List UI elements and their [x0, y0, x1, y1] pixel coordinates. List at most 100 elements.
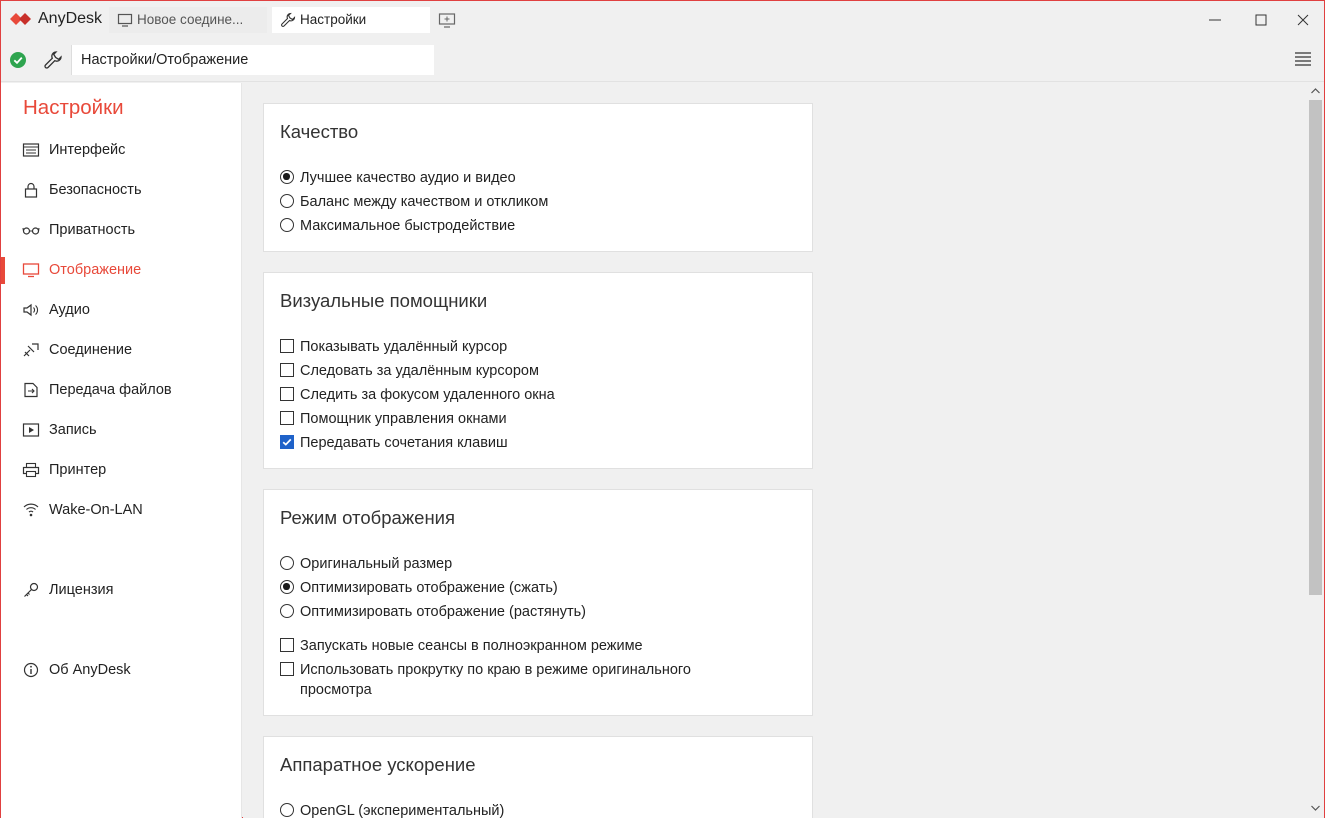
option-label: Оригинальный размер — [300, 556, 453, 572]
monitor-icon — [117, 13, 133, 27]
display-mode-section: Режим отображения Оригинальный размер Оп… — [263, 489, 813, 716]
tab-label: Настройки — [300, 12, 367, 27]
settings-sidebar: Настройки Интерфейс Безопасность Приватн… — [1, 83, 242, 818]
sidebar-item-interface[interactable]: Интерфейс — [1, 133, 241, 167]
sidebar-item-license[interactable]: Лицензия — [1, 573, 241, 607]
radio-button[interactable] — [280, 194, 294, 208]
checkmark-icon — [282, 438, 292, 446]
tab-label: Новое соедине... — [137, 12, 244, 27]
interface-icon — [22, 143, 40, 157]
sidebar-item-audio[interactable]: Аудио — [1, 293, 241, 327]
option-label: Лучшее качество аудио и видео — [300, 170, 516, 186]
wrench-icon[interactable] — [43, 50, 63, 70]
sidebar-item-label: Интерфейс — [49, 142, 126, 158]
maximize-icon — [1255, 14, 1267, 26]
key-icon — [24, 582, 39, 597]
section-title: Визуальные помощники — [280, 290, 488, 311]
sidebar-item-security[interactable]: Безопасность — [1, 173, 241, 207]
radio-button[interactable] — [280, 556, 294, 570]
option-label: Оптимизировать отображение (растянуть) — [300, 604, 586, 620]
sidebar-item-connection[interactable]: Соединение — [1, 333, 241, 367]
maximize-button[interactable] — [1238, 1, 1284, 38]
minimize-button[interactable] — [1192, 1, 1238, 38]
sidebar-item-label: Лицензия — [49, 582, 114, 598]
quality-section: Качество Лучшее качество аудио и видео Б… — [263, 103, 813, 252]
sidebar-item-label: Соединение — [49, 342, 133, 358]
option-label: Следовать за удалённым курсором — [300, 363, 539, 379]
status-ok-icon — [10, 52, 26, 68]
wrench-icon — [281, 12, 296, 27]
close-button[interactable] — [1280, 1, 1325, 38]
sidebar-item-label: Аудио — [49, 302, 90, 318]
option-label: Использовать прокрутку по краю в режиме … — [300, 662, 691, 678]
radio-button[interactable] — [280, 218, 294, 232]
checkbox[interactable] — [280, 387, 294, 401]
radio-button[interactable] — [280, 604, 294, 618]
close-icon — [1297, 14, 1309, 26]
tab-settings[interactable]: Настройки — [272, 7, 430, 33]
printer-icon — [22, 462, 40, 478]
sidebar-item-printer[interactable]: Принтер — [1, 453, 241, 487]
sidebar-item-display[interactable]: Отображение — [1, 253, 241, 287]
option-label: Следить за фокусом удаленного окна — [300, 387, 555, 403]
new-tab-icon[interactable] — [438, 11, 456, 29]
scrollbar-thumb[interactable] — [1309, 100, 1322, 595]
option-label: OpenGL (экспериментальный) — [300, 803, 505, 818]
sidebar-item-label: Приватность — [49, 222, 136, 238]
option-label: Передавать сочетания клавиш — [300, 435, 508, 451]
option-label: Баланс между качеством и откликом — [300, 194, 549, 210]
title-bar: AnyDesk Новое соедине... Настройки — [1, 1, 1324, 38]
sidebar-item-label: Об AnyDesk — [49, 662, 131, 678]
address-field[interactable]: Настройки/Отображение — [71, 45, 434, 75]
checkbox[interactable] — [280, 638, 294, 652]
minimize-icon — [1209, 19, 1221, 21]
radio-button[interactable] — [280, 170, 294, 184]
vertical-scrollbar[interactable] — [1307, 83, 1324, 818]
address-bar: Настройки/Отображение — [1, 38, 1324, 82]
checkbox[interactable] — [280, 339, 294, 353]
scroll-up-icon[interactable] — [1309, 85, 1322, 97]
app-window: AnyDesk Новое соедине... Настройки Настр… — [0, 0, 1325, 818]
checkbox[interactable] — [280, 662, 294, 676]
option-label: Помощник управления окнами — [300, 411, 507, 427]
visual-helpers-section: Визуальные помощники Показывать удалённы… — [263, 272, 813, 469]
option-label: Оптимизировать отображение (сжать) — [300, 580, 558, 596]
sidebar-item-recording[interactable]: Запись — [1, 413, 241, 447]
sidebar-title: Настройки — [23, 96, 124, 119]
option-label-line2: просмотра — [300, 682, 372, 698]
wifi-icon — [23, 503, 39, 517]
checkbox[interactable] — [280, 363, 294, 377]
sidebar-item-privacy[interactable]: Приватность — [1, 213, 241, 247]
hardware-acceleration-section: Аппаратное ускорение OpenGL (эксперимент… — [263, 736, 813, 818]
speaker-icon — [23, 303, 38, 317]
hamburger-menu-icon[interactable] — [1293, 50, 1313, 68]
checkbox[interactable] — [280, 435, 294, 449]
sidebar-item-file-transfer[interactable]: Передача файлов — [1, 373, 241, 407]
settings-content: Качество Лучшее качество аудио и видео Б… — [243, 83, 1307, 818]
lock-icon — [24, 182, 38, 198]
file-transfer-icon — [24, 382, 38, 398]
anydesk-logo-icon — [10, 13, 31, 25]
sidebar-item-label: Безопасность — [49, 182, 142, 198]
info-icon — [23, 662, 39, 678]
section-title: Качество — [280, 121, 359, 142]
connection-icon — [23, 343, 39, 357]
section-title: Аппаратное ускорение — [280, 754, 476, 775]
tab-new-connection[interactable]: Новое соедине... — [109, 7, 267, 33]
recording-icon — [22, 423, 40, 437]
sidebar-item-label: Передача файлов — [49, 382, 172, 398]
display-icon — [22, 263, 40, 278]
option-label: Запускать новые сеансы в полноэкранном р… — [300, 638, 643, 654]
sidebar-item-wake-on-lan[interactable]: Wake-On-LAN — [1, 493, 241, 527]
scroll-down-icon[interactable] — [1309, 802, 1322, 814]
sidebar-item-label: Запись — [49, 422, 97, 438]
checkbox[interactable] — [280, 411, 294, 425]
sidebar-item-label: Wake-On-LAN — [49, 502, 143, 518]
option-label: Максимальное быстродействие — [300, 218, 516, 234]
sidebar-item-about[interactable]: Об AnyDesk — [1, 653, 241, 687]
section-title: Режим отображения — [280, 507, 456, 528]
radio-button[interactable] — [280, 580, 294, 594]
active-indicator — [1, 257, 5, 284]
radio-button[interactable] — [280, 803, 294, 817]
address-path: Настройки/Отображение — [81, 52, 249, 68]
